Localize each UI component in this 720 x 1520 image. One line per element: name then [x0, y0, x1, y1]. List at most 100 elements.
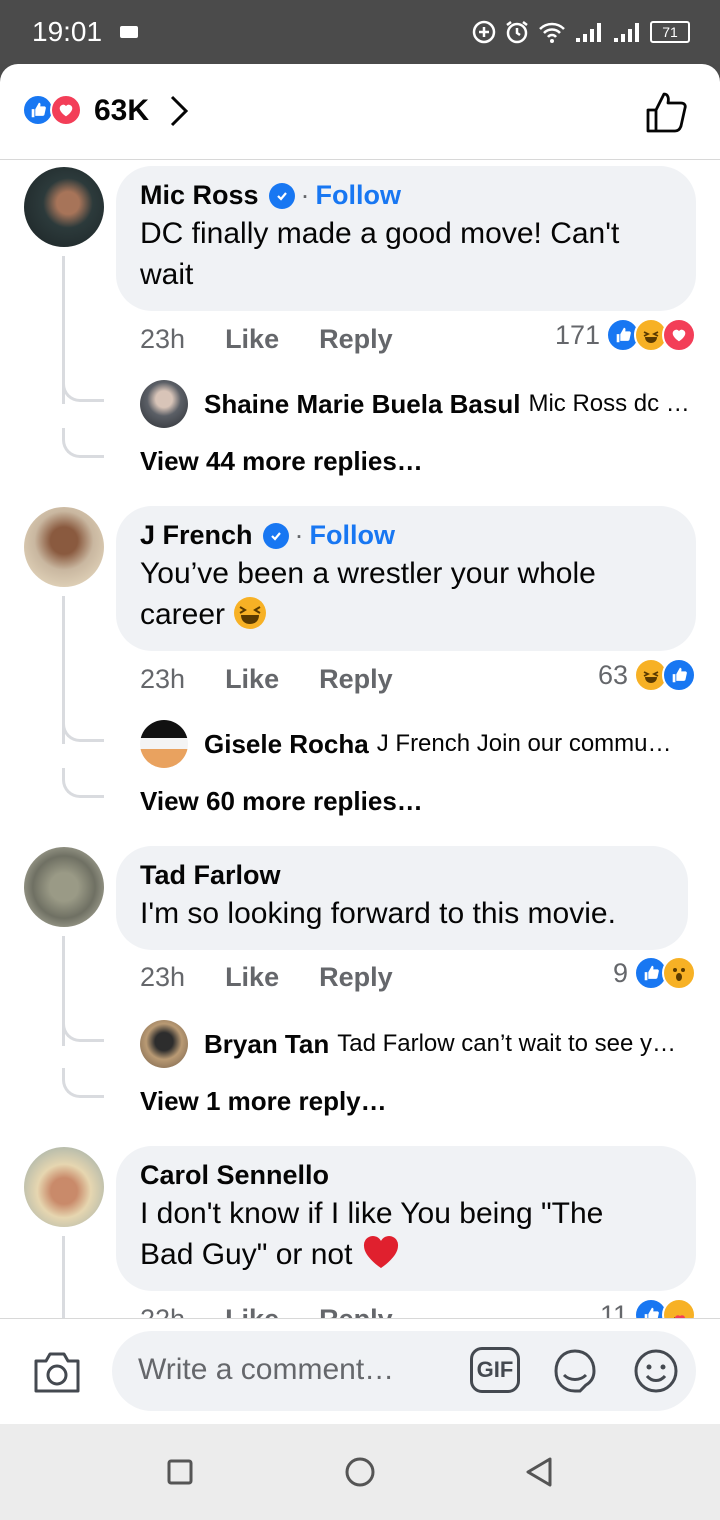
- thread-branch: [62, 1068, 104, 1098]
- comment-reaction-count: 9: [612, 957, 628, 988]
- comment-reactions[interactable]: 63: [598, 658, 696, 692]
- love-reaction-icon: [50, 94, 82, 126]
- reply-button[interactable]: Reply: [319, 324, 393, 355]
- message-notification-icon: [120, 26, 138, 38]
- home-icon[interactable]: [344, 1456, 376, 1488]
- reaction-count: 63K: [94, 94, 150, 127]
- thread-branch: [62, 1012, 104, 1042]
- comment-author-row: J French · Follow: [140, 520, 672, 551]
- reply-text: Mic Ross dc …: [528, 390, 690, 417]
- battery-level: 71: [662, 24, 678, 40]
- chevron-right-icon[interactable]: [168, 94, 190, 128]
- reply-text: J French Join our commu…: [376, 730, 672, 757]
- comment-bubble[interactable]: J French · Follow You’ve been a wrestler…: [116, 506, 696, 651]
- gif-button[interactable]: GIF: [470, 1347, 520, 1393]
- comment-author[interactable]: J French: [140, 520, 253, 551]
- avatar[interactable]: [24, 507, 104, 587]
- comment-bubble[interactable]: Tad Farlow I'm so looking forward to thi…: [116, 846, 688, 950]
- follow-button[interactable]: Follow: [310, 520, 395, 551]
- back-icon[interactable]: [524, 1456, 554, 1488]
- comment-input-placeholder: Write a comment…: [138, 1353, 395, 1386]
- comment-text: You’ve been a wrestler your whole career: [140, 557, 596, 631]
- like-button[interactable]: Like: [225, 664, 279, 695]
- reply-author[interactable]: Bryan Tan: [204, 1029, 329, 1060]
- reply-text: Tad Farlow can’t wait to see y…: [337, 1030, 677, 1057]
- comment-input[interactable]: Write a comment… GIF: [112, 1331, 696, 1411]
- avatar[interactable]: [24, 1147, 104, 1227]
- reply-button[interactable]: Reply: [319, 664, 393, 695]
- reactions-header[interactable]: 63K: [0, 64, 720, 160]
- comment-actions: 23h Like Reply: [140, 962, 393, 993]
- comment-reactions[interactable]: 171: [555, 318, 696, 352]
- reaction-icons: [22, 94, 82, 126]
- avatar[interactable]: [24, 167, 104, 247]
- camera-icon[interactable]: [32, 1349, 82, 1395]
- comment-author[interactable]: Carol Sennello: [140, 1160, 329, 1191]
- status-time: 19:01: [32, 16, 103, 47]
- like-reaction-icon: [662, 658, 696, 692]
- comment-text-row: I don't know if I like You being "The Ba…: [140, 1193, 660, 1275]
- status-icons: 71: [472, 16, 690, 48]
- like-button[interactable]: Like: [225, 324, 279, 355]
- separator-dot: ·: [294, 520, 304, 550]
- thread-branch: [62, 428, 104, 458]
- comment-time: 23h: [140, 664, 186, 694]
- like-outline-icon[interactable]: [644, 90, 690, 134]
- comment-bubble[interactable]: Carol Sennello I don't know if I like Yo…: [116, 1146, 696, 1291]
- reply-preview[interactable]: Shaine Marie Buela Basul Mic Ross dc …: [140, 380, 700, 428]
- system-nav-bar: [0, 1424, 720, 1520]
- avatar[interactable]: [24, 847, 104, 927]
- separator-dot: ·: [300, 180, 310, 210]
- comment-reaction-count: 171: [554, 319, 600, 350]
- thread-branch: [62, 372, 104, 402]
- avatar[interactable]: [140, 380, 188, 428]
- view-more-replies[interactable]: View 1 more reply…: [140, 1086, 387, 1117]
- comment-time: 23h: [140, 324, 186, 354]
- comment-author-row: Carol Sennello: [140, 1160, 672, 1191]
- avatar[interactable]: [140, 720, 188, 768]
- comment-author-row: Tad Farlow: [140, 860, 664, 891]
- verified-badge-icon: [268, 182, 295, 209]
- reply-preview[interactable]: Bryan Tan Tad Farlow can’t wait to see y…: [140, 1020, 700, 1068]
- reply-button[interactable]: Reply: [319, 962, 393, 993]
- reply-preview[interactable]: Gisele Rocha J French Join our commu…: [140, 720, 700, 768]
- comment-time: 23h: [140, 962, 186, 992]
- battery-icon: 71: [650, 21, 690, 43]
- comment-reaction-count: 63: [597, 659, 628, 690]
- avatar[interactable]: [140, 1020, 188, 1068]
- sticker-icon[interactable]: [550, 1347, 600, 1395]
- comment-composer: Write a comment… GIF: [0, 1318, 720, 1424]
- comment-text: DC finally made a good move! Can't wait: [140, 217, 620, 291]
- comment-author-row: Mic Ross · Follow: [140, 180, 672, 211]
- comment-text: I'm so looking forward to this movie.: [140, 897, 616, 930]
- thread-branch: [62, 768, 104, 798]
- comment-author[interactable]: Tad Farlow: [140, 860, 281, 891]
- follow-button[interactable]: Follow: [316, 180, 401, 211]
- verified-badge-icon: [262, 522, 289, 549]
- laughing-emoji-icon: [234, 597, 267, 629]
- wifi-icon: [539, 22, 565, 43]
- comment-text-row: You’ve been a wrestler your whole career: [140, 553, 660, 635]
- view-more-replies[interactable]: View 60 more replies…: [140, 786, 423, 817]
- comment-actions: 23h Like Reply: [140, 664, 393, 695]
- reply-author[interactable]: Gisele Rocha: [204, 729, 369, 760]
- status-bar: 19:01 71: [0, 0, 720, 64]
- comments-sheet: 63K Mic Ross · Follow DC finally made a …: [0, 64, 720, 1424]
- signal-1-icon: [576, 23, 601, 42]
- view-more-replies[interactable]: View 44 more replies…: [140, 446, 423, 477]
- thread-branch: [62, 712, 104, 742]
- comment-bubble[interactable]: Mic Ross · Follow DC finally made a good…: [116, 166, 696, 311]
- gif-label: GIF: [476, 1357, 514, 1382]
- like-button[interactable]: Like: [225, 962, 279, 993]
- love-reaction-icon: [662, 318, 696, 352]
- reply-author[interactable]: Shaine Marie Buela Basul: [204, 389, 520, 420]
- wow-reaction-icon: [662, 956, 696, 990]
- data-saver-icon: [472, 20, 496, 44]
- recent-apps-icon[interactable]: [167, 1459, 193, 1485]
- comment-actions: 23h Like Reply: [140, 324, 393, 355]
- signal-2-icon: [614, 23, 639, 42]
- red-heart-emoji-icon: [363, 1236, 398, 1268]
- emoji-icon[interactable]: [632, 1347, 680, 1395]
- comment-reactions[interactable]: 9: [613, 956, 696, 990]
- comment-author[interactable]: Mic Ross: [140, 180, 259, 211]
